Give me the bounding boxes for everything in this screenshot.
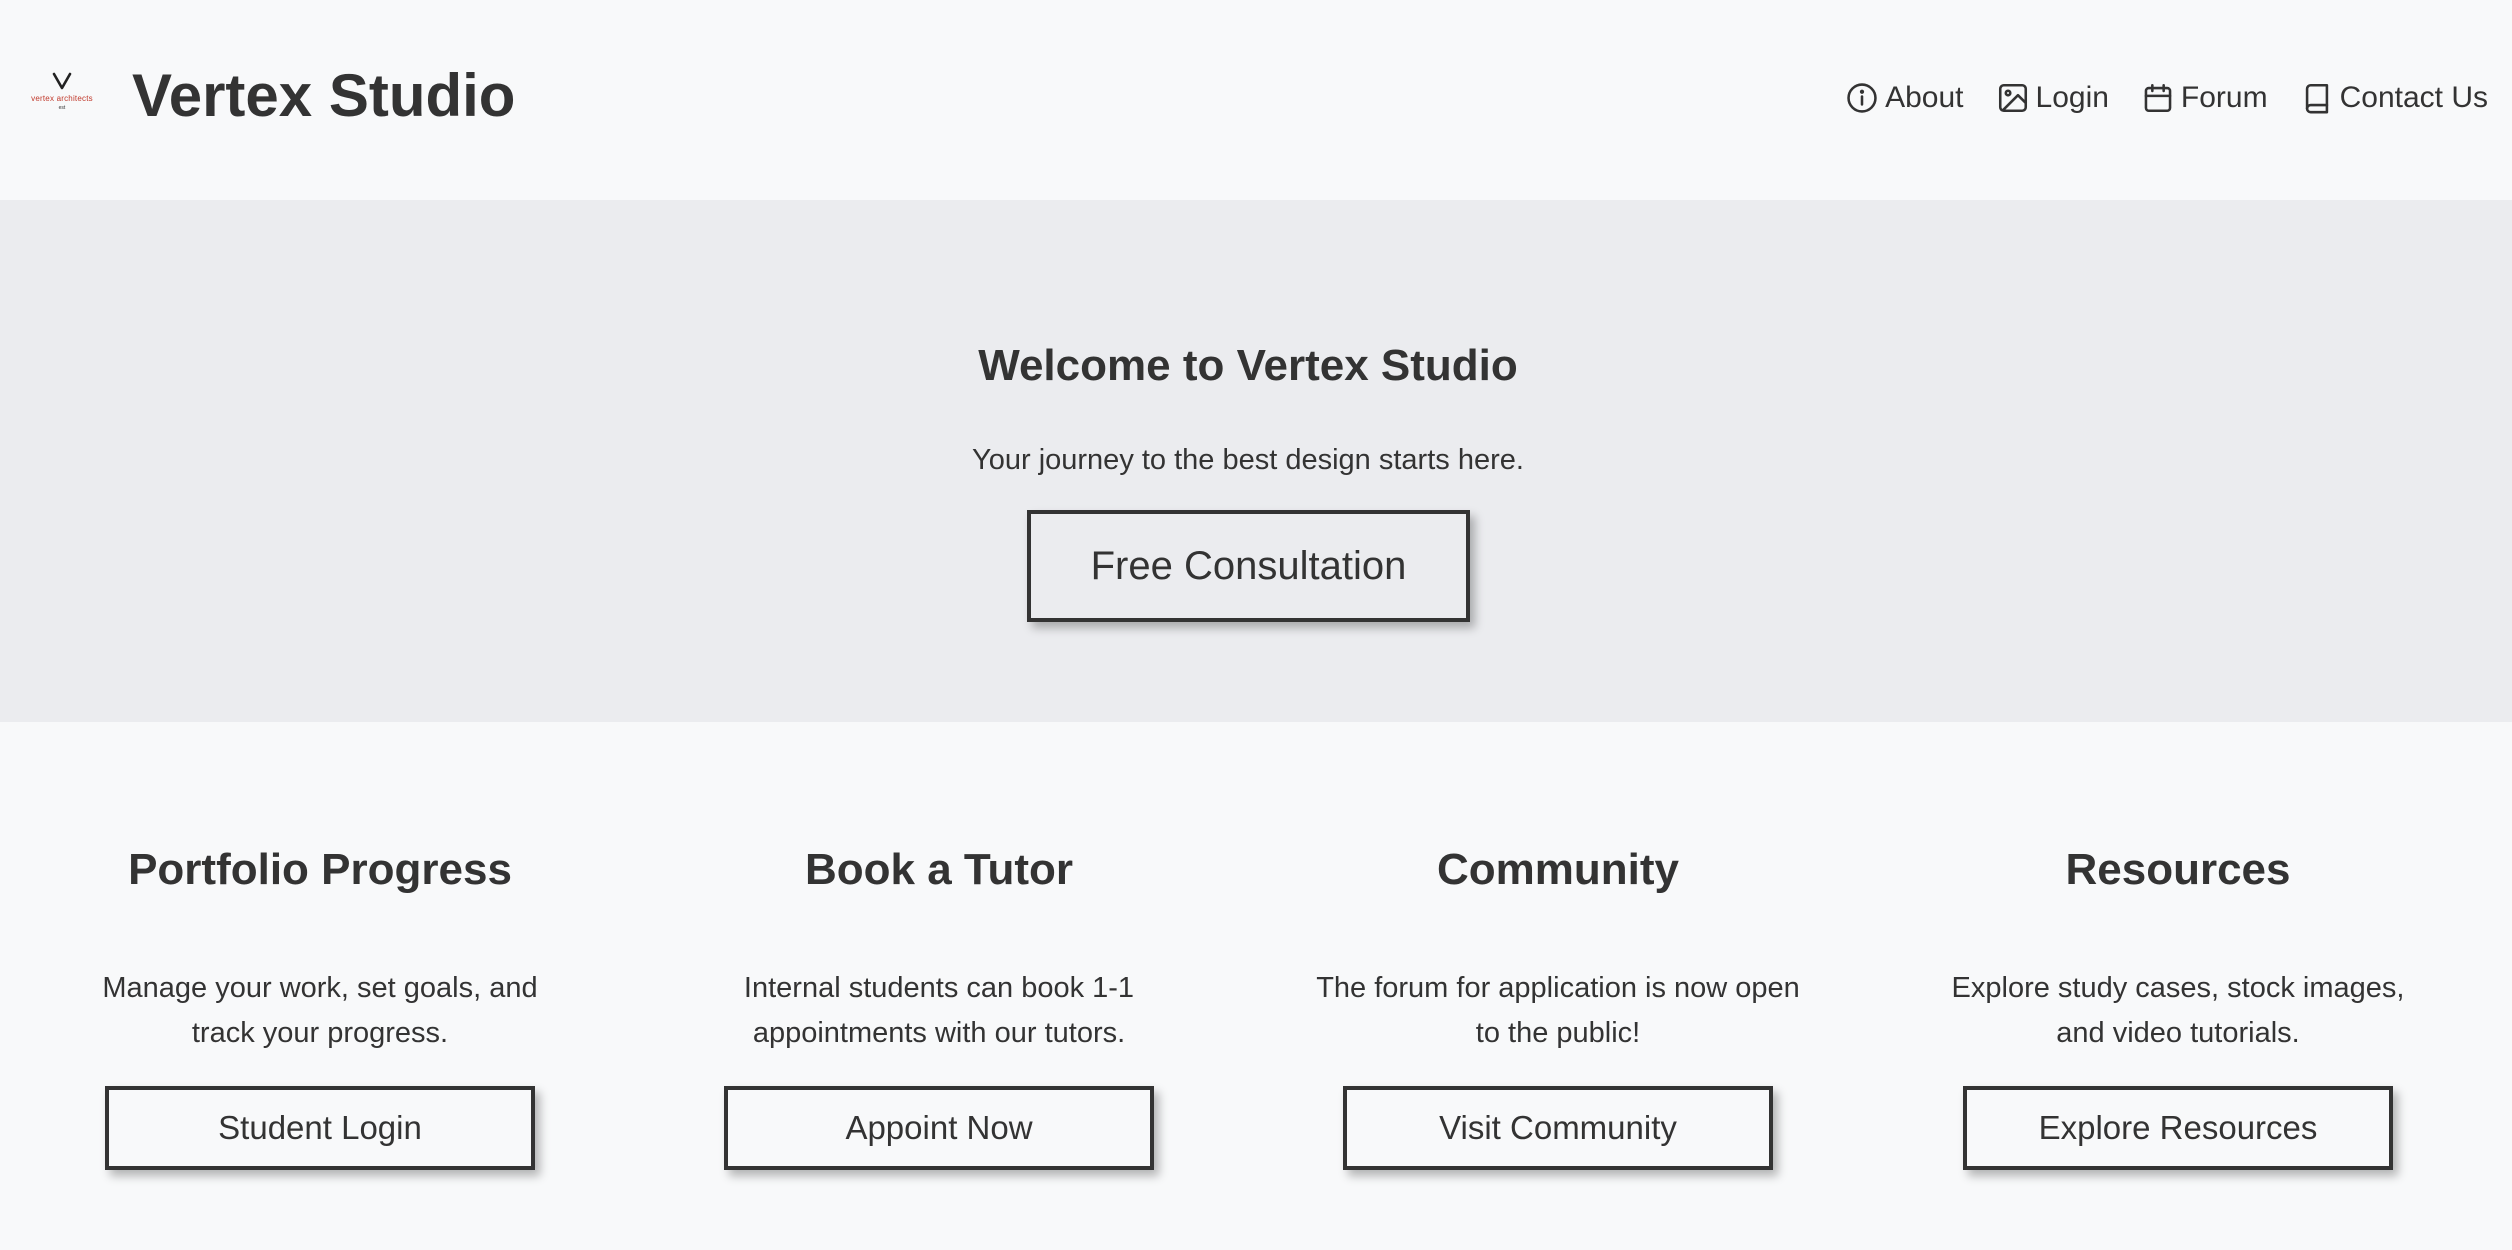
hero-section: Welcome to Vertex Studio Your journey to… — [0, 200, 2512, 722]
feature-title: Community — [1437, 845, 1679, 894]
feature-description: Manage your work, set goals, and track y… — [102, 972, 538, 1049]
nav-item-login[interactable]: Login — [1996, 78, 2109, 118]
image-icon — [1996, 81, 2030, 115]
feature-book-a-tutor: Book a Tutor Internal students can book … — [629, 722, 1249, 1250]
feature-description: The forum for application is now open to… — [1316, 972, 1800, 1049]
feature-title: Resources — [2065, 845, 2291, 894]
nav-label-forum: Forum — [2180, 81, 2268, 114]
feature-portfolio-progress: Portfolio Progress Manage your work, set… — [10, 722, 630, 1250]
nav-label-about: About — [1885, 81, 1964, 114]
student-login-button[interactable]: Student Login — [105, 1086, 535, 1170]
feature-resources: Resources Explore study cases, stock ima… — [1868, 722, 2488, 1250]
free-consultation-button[interactable]: Free Consultation — [1027, 510, 1470, 622]
logo-subtext: est — [58, 105, 66, 111]
feature-description: Explore study cases, stock images, and v… — [1951, 972, 2405, 1049]
site-header: vertex architects est Vertex Studio Abou… — [0, 0, 2512, 200]
explore-resources-button[interactable]: Explore Resources — [1963, 1086, 2393, 1170]
vertex-logo-mark-icon — [52, 72, 72, 90]
site-title: Vertex Studio — [132, 62, 516, 129]
hero-title: Welcome to Vertex Studio — [978, 341, 1518, 390]
appoint-now-button[interactable]: Appoint Now — [724, 1086, 1154, 1170]
nav-label-contact: Contact Us — [2339, 81, 2488, 114]
feature-description: Internal students can book 1-1 appointme… — [743, 972, 1135, 1049]
nav-item-forum[interactable]: Forum — [2141, 78, 2268, 118]
feature-title: Portfolio Progress — [128, 845, 512, 894]
nav-label-login: Login — [2035, 81, 2109, 114]
nav-item-about[interactable]: About — [1845, 78, 1964, 118]
calendar-icon — [2141, 81, 2175, 115]
book-icon — [2300, 81, 2334, 115]
feature-community: Community The forum for application is n… — [1248, 722, 1868, 1250]
visit-community-button[interactable]: Visit Community — [1343, 1086, 1773, 1170]
info-icon — [1845, 81, 1879, 115]
main-nav: About Login Forum Contact Us — [1845, 74, 2488, 122]
feature-title: Book a Tutor — [804, 845, 1074, 894]
site-logo[interactable]: vertex architects est — [20, 72, 104, 118]
logo-text: vertex architects — [31, 94, 93, 103]
features-section: Portfolio Progress Manage your work, set… — [0, 722, 2512, 1250]
nav-item-contact[interactable]: Contact Us — [2300, 78, 2488, 118]
hero-subtitle: Your journey to the best design starts h… — [972, 444, 1524, 476]
